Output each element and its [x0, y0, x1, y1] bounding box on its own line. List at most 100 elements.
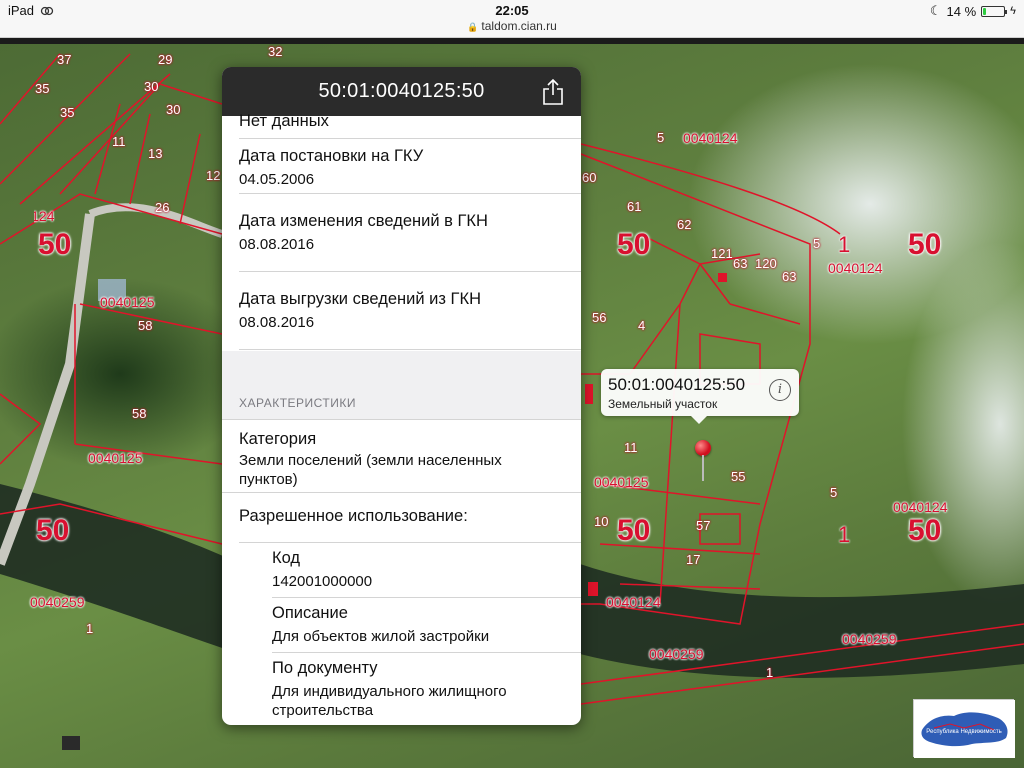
row-label: Код — [272, 549, 301, 567]
lock-icon: 🔒 — [467, 22, 479, 32]
panel-title: 50:01:0040125:50 — [318, 80, 485, 102]
pin-needle — [702, 455, 704, 481]
info-row: Дата постановки на ГКУ 04.05.2006 — [239, 139, 581, 194]
zone-label: 50 — [617, 228, 651, 261]
parcel-number: 26 — [155, 200, 170, 215]
battery-icon — [981, 5, 1008, 17]
river — [580, 564, 1024, 678]
building — [585, 384, 593, 404]
parcel-number: 1 — [766, 665, 774, 680]
parcel-number: 1 — [86, 621, 94, 636]
parcel-number: 35 — [35, 81, 50, 96]
row-value: Для индивидуального жилищного строительс… — [272, 683, 507, 719]
no-data-row: Нет данных — [239, 112, 581, 139]
parcel-info-panel[interactable]: 50:01:0040125:50 Нет данных Дата постано… — [222, 67, 581, 725]
row-label: Дата изменения сведений в ГКН — [239, 212, 488, 230]
parcel-callout[interactable]: 50:01:0040125:50 Земельный участок i — [601, 369, 799, 424]
status-right: ☾ 14 % ϟ — [930, 3, 1016, 19]
parcel-number: 63 — [733, 256, 748, 271]
parcel-number: 63 — [782, 269, 797, 284]
parcel-number: 30 — [166, 102, 181, 117]
cadastral-label: 0040124 — [828, 260, 883, 276]
cadastral-label: 0040125 — [594, 474, 649, 490]
zone-label: 50 — [617, 514, 651, 547]
svg-text:Республика Недвижимость: Республика Недвижимость — [926, 729, 1001, 735]
row-value: Для объектов жилой застройки — [272, 628, 490, 645]
parcel-number: 58 — [132, 406, 147, 421]
status-bar: iPad 22:05 🔒 taldom.cian.ru ☾ 14 % ϟ — [0, 0, 1024, 38]
parcel-number: 5 — [813, 236, 821, 251]
building — [588, 582, 598, 596]
parcel-number: 12 — [206, 168, 221, 183]
clock: 22:05 — [495, 3, 529, 18]
panel-header: 50:01:0040125:50 — [222, 67, 581, 116]
row-label: Дата выгрузки сведений из ГКН — [239, 290, 481, 308]
parcel-number: 57 — [696, 518, 711, 533]
parcel-number: 62 — [677, 217, 692, 232]
parcel-number: 37 — [57, 52, 72, 67]
parcel-number: 61 — [627, 199, 642, 214]
parcel-number: 32 — [268, 44, 283, 59]
parcel-number: 55 — [731, 469, 746, 484]
row-label: Описание — [272, 604, 348, 622]
cadastral-label: 0040124 — [893, 499, 948, 515]
map-pin-icon[interactable] — [695, 440, 711, 481]
parcel-number: 10 — [594, 514, 609, 529]
info-row: Дата изменения сведений в ГКН 08.08.2016 — [239, 194, 581, 272]
row-label: Категория — [239, 430, 317, 448]
section-header: ХАРАКТЕРИСТИКИ — [239, 396, 357, 410]
address-bar[interactable]: 🔒 taldom.cian.ru — [0, 19, 1024, 33]
parcel-number: 4 — [638, 318, 646, 333]
row-value: 04.05.2006 — [239, 171, 315, 188]
republic-realty-logo: Республика Недвижимость — [913, 699, 1015, 758]
parcel-number: 120 — [755, 256, 777, 271]
url-text: taldom.cian.ru — [481, 19, 557, 33]
parcel-number: 13 — [148, 146, 163, 161]
cadastral-label: 0040259 — [30, 594, 85, 610]
cadastral-label: 0040125 — [100, 294, 155, 310]
cadastral-label: 0040259 — [649, 646, 704, 662]
zone-label: 50 — [908, 514, 942, 547]
pin-head — [695, 440, 711, 456]
permitted-use-row: Разрешенное использование: — [239, 493, 581, 543]
zone-label: 1 — [838, 232, 851, 257]
callout-title: 50:01:0040125:50 — [608, 375, 746, 394]
row-label: Дата постановки на ГКУ — [239, 147, 424, 165]
row-label: Разрешенное использование: — [239, 507, 468, 525]
zone-label: 50 — [908, 228, 942, 261]
parcel-number: 35 — [60, 105, 75, 120]
callout-tail — [691, 416, 707, 424]
parcel-number: 5 — [657, 130, 665, 145]
cadastral-label: 0040259 — [842, 631, 897, 647]
parcel-number: 11 — [112, 134, 126, 149]
charging-icon: ϟ — [1010, 5, 1016, 17]
russia-map-logo: Республика Недвижимость — [914, 700, 1015, 758]
row-value: 08.08.2016 — [239, 314, 315, 331]
row-label: По документу — [272, 659, 378, 677]
share-icon[interactable] — [541, 78, 565, 111]
parcel-number: 17 — [686, 552, 701, 567]
river — [0, 484, 240, 654]
by-document-row: По документу Для индивидуального жилищно… — [272, 653, 581, 725]
parcel-number: 121 — [711, 246, 733, 261]
row-value: Земли поселений (земли населенных пункто… — [239, 452, 502, 488]
cadastral-label: 0040125 — [88, 450, 143, 466]
cadastral-label: 0040124 — [683, 130, 738, 146]
row-value: 142001000000 — [272, 573, 373, 590]
battery-percent: 14 % — [946, 3, 977, 19]
battery-fill — [983, 7, 987, 15]
callout-subtitle: Земельный участок — [608, 397, 718, 411]
info-row: Дата выгрузки сведений из ГКН 08.08.2016 — [239, 272, 581, 350]
info-icon[interactable]: i — [769, 379, 791, 401]
cadastral-label: 0040124 — [606, 594, 661, 610]
building — [62, 736, 80, 750]
parcel-number: 5 — [830, 485, 838, 500]
code-row: Код 142001000000 — [272, 543, 581, 598]
parcel-number: 56 — [592, 310, 607, 325]
no-data-text: Нет данных — [239, 112, 329, 130]
share-glyph — [543, 78, 563, 105]
category-row: Категория Земли поселений (земли населен… — [222, 419, 581, 493]
building — [718, 273, 727, 282]
parcel-number: 29 — [158, 52, 173, 67]
zone-label: 1 — [838, 522, 851, 547]
